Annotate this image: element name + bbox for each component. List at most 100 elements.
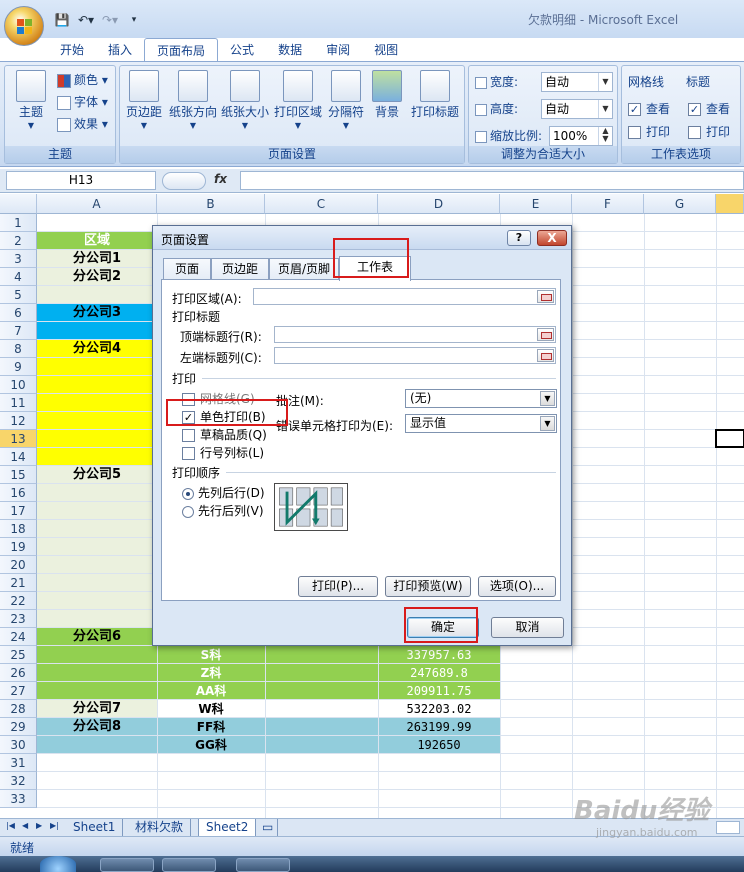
row-header[interactable]: 3: [0, 250, 37, 268]
fonts-button[interactable]: 字体 ▾: [57, 92, 108, 112]
row-header[interactable]: 5: [0, 286, 37, 304]
tab-header-footer[interactable]: 页眉/页脚: [269, 258, 339, 280]
print-titles-button[interactable]: 打印标题: [408, 70, 462, 119]
headings-print-checkbox[interactable]: 打印: [688, 122, 730, 142]
row-header[interactable]: 13: [0, 430, 37, 448]
row-header[interactable]: 25: [0, 646, 37, 664]
row-header[interactable]: 2: [0, 232, 37, 250]
taskbar-item-ie[interactable]: [100, 858, 154, 872]
row-header[interactable]: 7: [0, 322, 37, 340]
print-area-button[interactable]: 打印区域 ▼: [272, 70, 324, 133]
row-header[interactable]: 22: [0, 592, 37, 610]
tab-page[interactable]: 页面: [163, 258, 211, 280]
row-header[interactable]: 14: [0, 448, 37, 466]
redo-icon[interactable]: ↷▾: [100, 12, 120, 29]
col-header-f[interactable]: F: [572, 194, 644, 214]
cell-b26[interactable]: Z科: [157, 664, 265, 682]
cell-d28[interactable]: 532203.02: [378, 700, 500, 718]
cell-a8[interactable]: 分公司4: [37, 340, 157, 358]
col-header-e[interactable]: E: [500, 194, 572, 214]
row-header[interactable]: 28: [0, 700, 37, 718]
cell-a2[interactable]: 区域: [37, 232, 157, 250]
row-header[interactable]: 20: [0, 556, 37, 574]
row-header[interactable]: 26: [0, 664, 37, 682]
cell-a6[interactable]: 分公司3: [37, 304, 157, 322]
customize-qat-icon[interactable]: ▾: [124, 12, 144, 29]
collapse-dialog-icon[interactable]: [537, 349, 554, 362]
print-preview-button[interactable]: 打印预览(W): [385, 576, 471, 597]
gridlines-view-checkbox[interactable]: ✓ 查看: [628, 99, 670, 119]
order-down-radio[interactable]: 先列后行(D): [182, 484, 265, 501]
cell-b30[interactable]: GG科: [157, 736, 265, 754]
cell-b28[interactable]: W科: [157, 700, 265, 718]
col-header-d[interactable]: D: [378, 194, 500, 214]
row-header[interactable]: 32: [0, 772, 37, 790]
cell-d27[interactable]: 209911.75: [378, 682, 500, 700]
draft-checkbox[interactable]: 草稿品质(Q): [182, 426, 267, 443]
row-header[interactable]: 23: [0, 610, 37, 628]
margins-button[interactable]: 页边距 ▼: [122, 70, 166, 133]
start-button-icon[interactable]: [40, 856, 76, 872]
row-header[interactable]: 16: [0, 484, 37, 502]
collapse-dialog-icon[interactable]: [537, 290, 554, 303]
office-button[interactable]: [4, 6, 44, 46]
close-button[interactable]: X: [537, 230, 567, 246]
left-cols-input[interactable]: [274, 347, 556, 364]
col-header-c[interactable]: C: [265, 194, 378, 214]
last-sheet-icon[interactable]: ▶|: [50, 821, 59, 830]
tab-review[interactable]: 审阅: [314, 38, 362, 62]
col-header-h[interactable]: [716, 194, 744, 214]
next-sheet-icon[interactable]: ▶: [36, 821, 42, 830]
formula-input[interactable]: [240, 171, 744, 190]
save-icon[interactable]: 💾: [52, 12, 72, 29]
colors-button[interactable]: 颜色 ▾: [57, 70, 108, 90]
row-header[interactable]: 15: [0, 466, 37, 484]
order-over-radio[interactable]: 先行后列(V): [182, 502, 264, 519]
errors-select[interactable]: 显示值 ▼: [405, 414, 557, 433]
cell-d30[interactable]: 192650: [378, 736, 500, 754]
row-header[interactable]: 18: [0, 520, 37, 538]
row-header[interactable]: 21: [0, 574, 37, 592]
height-select[interactable]: 自动 ▼: [541, 99, 613, 119]
formula-expand-button[interactable]: [162, 172, 206, 190]
row-header[interactable]: 4: [0, 268, 37, 286]
print-area-input[interactable]: [253, 288, 556, 305]
options-button[interactable]: 选项(O)...: [478, 576, 556, 597]
themes-button[interactable]: 主题 ▼: [9, 70, 53, 133]
cell-d25[interactable]: 337957.63: [378, 646, 500, 664]
collapse-dialog-icon[interactable]: [537, 328, 554, 341]
col-header-g[interactable]: G: [644, 194, 716, 214]
breaks-button[interactable]: 分隔符 ▼: [326, 70, 366, 133]
taskbar-item-folder[interactable]: [162, 858, 216, 872]
cell-b25[interactable]: S科: [157, 646, 265, 664]
cell-a3[interactable]: 分公司1: [37, 250, 157, 268]
sheet-tab-materials[interactable]: 材料欠款: [128, 819, 192, 837]
cell-d26[interactable]: 247689.8: [378, 664, 500, 682]
select-all-corner[interactable]: [0, 194, 37, 214]
tab-formulas[interactable]: 公式: [218, 38, 266, 62]
row-header[interactable]: 30: [0, 736, 37, 754]
tab-data[interactable]: 数据: [266, 38, 314, 62]
headings-checkbox[interactable]: 行号列标(L): [182, 444, 264, 461]
tab-margins[interactable]: 页边距: [211, 258, 269, 280]
scale-spinner[interactable]: 100% ▲ ▼: [549, 126, 613, 146]
taskbar-item-excel[interactable]: [236, 858, 290, 872]
row-header[interactable]: 33: [0, 790, 37, 808]
col-header-a[interactable]: A: [37, 194, 157, 214]
headings-view-checkbox[interactable]: ✓ 查看: [688, 99, 730, 119]
row-header[interactable]: 12: [0, 412, 37, 430]
row-header[interactable]: 11: [0, 394, 37, 412]
cell-b27[interactable]: AA科: [157, 682, 265, 700]
row-header[interactable]: 6: [0, 304, 37, 322]
width-select[interactable]: 自动 ▼: [541, 72, 613, 92]
insert-function-button[interactable]: fx: [214, 172, 227, 186]
row-header[interactable]: 27: [0, 682, 37, 700]
tab-page-layout[interactable]: 页面布局: [144, 38, 219, 62]
row-header[interactable]: 17: [0, 502, 37, 520]
cell-a28[interactable]: 分公司7: [37, 700, 157, 718]
sheet-tab-sheet1[interactable]: Sheet1: [66, 819, 124, 837]
cell-a15[interactable]: 分公司5: [37, 466, 157, 484]
row-header[interactable]: 29: [0, 718, 37, 736]
top-rows-input[interactable]: [274, 326, 556, 343]
first-sheet-icon[interactable]: |◀: [6, 821, 15, 830]
